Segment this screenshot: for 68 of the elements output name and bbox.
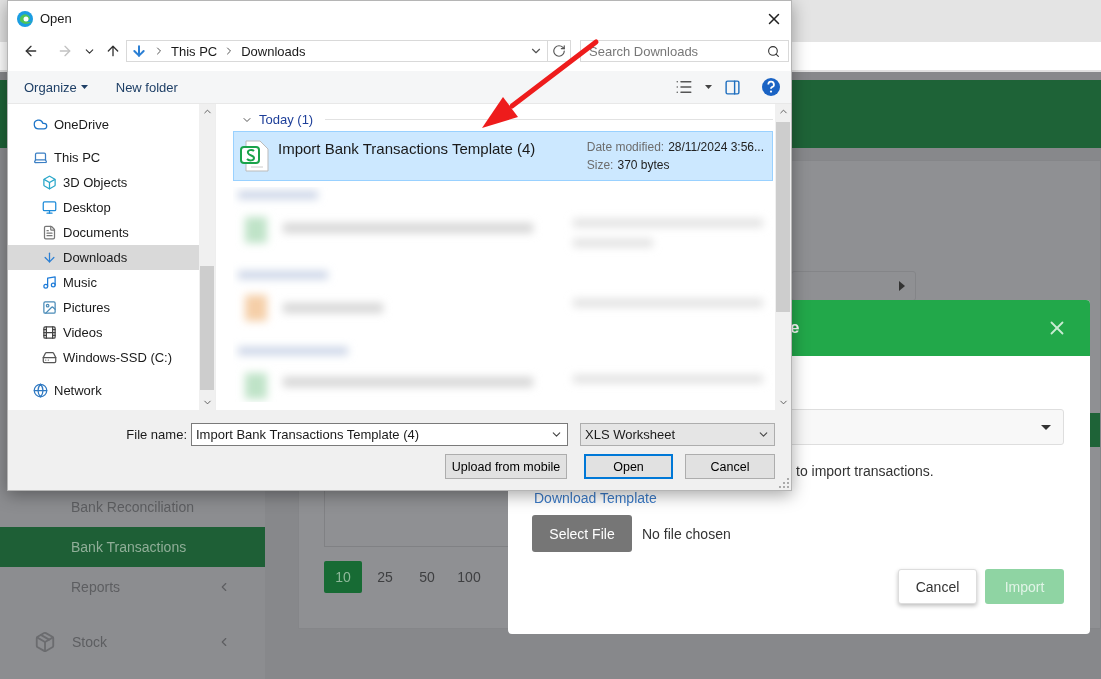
search-field[interactable]: Search Downloads bbox=[580, 40, 789, 62]
cube-icon bbox=[42, 175, 57, 190]
browser-logo-icon bbox=[16, 9, 34, 28]
cancel-button[interactable]: Cancel bbox=[898, 569, 977, 604]
nav-item[interactable]: Downloads bbox=[8, 245, 199, 270]
date-modified: 28/11/2024 3:56... bbox=[668, 140, 764, 154]
select-file-button[interactable]: Select File bbox=[532, 515, 632, 552]
refresh-button[interactable] bbox=[548, 40, 571, 62]
cancel-button[interactable]: Cancel bbox=[685, 454, 775, 479]
spreadsheet-file-icon bbox=[240, 140, 270, 172]
scrollbar-thumb[interactable] bbox=[776, 122, 790, 312]
view-options-icon[interactable] bbox=[675, 78, 693, 96]
scrollbar-thumb[interactable] bbox=[200, 266, 214, 390]
file-name-label: File name: bbox=[126, 427, 187, 442]
scrollbar[interactable] bbox=[775, 104, 791, 410]
music-note-icon bbox=[42, 275, 57, 290]
file-status: No file chosen bbox=[642, 525, 731, 542]
document-icon bbox=[42, 225, 57, 240]
download-template-link[interactable]: Download Template bbox=[534, 490, 657, 506]
caret-icon bbox=[1041, 424, 1051, 430]
help-icon[interactable] bbox=[761, 77, 781, 97]
file-size: 370 bytes bbox=[617, 158, 670, 172]
download-icon bbox=[42, 250, 57, 265]
group-label: Today (1) bbox=[259, 112, 314, 127]
preview-pane-icon[interactable] bbox=[724, 78, 741, 96]
scrollbar[interactable] bbox=[199, 104, 215, 410]
meta-label: Date modified: bbox=[586, 140, 665, 154]
caret-icon bbox=[80, 85, 88, 89]
new-folder-button[interactable]: New folder bbox=[107, 76, 186, 98]
nav-item[interactable]: Network bbox=[8, 378, 199, 403]
nav-item[interactable]: Pictures bbox=[8, 295, 199, 320]
laptop-icon bbox=[33, 150, 48, 165]
nav-item[interactable]: Videos bbox=[8, 320, 199, 345]
open-button[interactable]: Open bbox=[584, 454, 673, 479]
download-icon bbox=[131, 43, 147, 59]
nav-item[interactable]: Windows-SSD (C:) bbox=[8, 345, 199, 370]
upload-from-mobile-button[interactable]: Upload from mobile bbox=[445, 454, 567, 479]
nav-item[interactable]: Desktop bbox=[8, 195, 199, 220]
dialog-title: Open bbox=[40, 11, 73, 26]
caret-icon bbox=[899, 281, 905, 291]
nav-item[interactable]: This PC bbox=[8, 145, 199, 170]
arrow-right-icon bbox=[57, 43, 73, 59]
file-type-select[interactable]: XLS Worksheet bbox=[580, 423, 775, 446]
breadcrumb-item[interactable]: This PC bbox=[171, 43, 218, 59]
address-field[interactable]: This PC Downloads bbox=[126, 40, 548, 62]
caret-icon[interactable] bbox=[705, 85, 712, 89]
instruction-text: to import transactions. bbox=[796, 463, 935, 479]
nav-item[interactable]: Music bbox=[8, 270, 199, 295]
globe-icon bbox=[33, 383, 48, 398]
resize-grip-icon[interactable] bbox=[779, 478, 789, 488]
box-icon bbox=[34, 631, 56, 653]
search-icon bbox=[767, 44, 780, 58]
group-header[interactable]: Today (1) bbox=[233, 112, 773, 127]
meta-label: Size: bbox=[586, 158, 614, 172]
film-icon bbox=[42, 325, 57, 340]
refresh-icon bbox=[552, 44, 566, 58]
cloud-icon bbox=[33, 117, 48, 132]
organize-menu[interactable]: Organize bbox=[16, 76, 96, 98]
nav-item[interactable]: OneDrive bbox=[8, 112, 199, 137]
nav-item[interactable]: Documents bbox=[8, 220, 199, 245]
nav-item[interactable]: 3D Objects bbox=[8, 170, 199, 195]
drive-icon bbox=[42, 350, 57, 365]
file-name: Import Bank Transactions Template (4) bbox=[278, 140, 537, 157]
monitor-icon bbox=[42, 200, 57, 215]
file-name-field[interactable]: Import Bank Transactions Template (4) bbox=[191, 423, 568, 446]
picture-icon bbox=[42, 300, 57, 315]
breadcrumb-item[interactable]: Downloads bbox=[241, 43, 306, 59]
file-item[interactable]: Import Bank Transactions Template (4) Date modified: 28/11/2024 3:56... Size: 370 bytes bbox=[233, 131, 773, 181]
